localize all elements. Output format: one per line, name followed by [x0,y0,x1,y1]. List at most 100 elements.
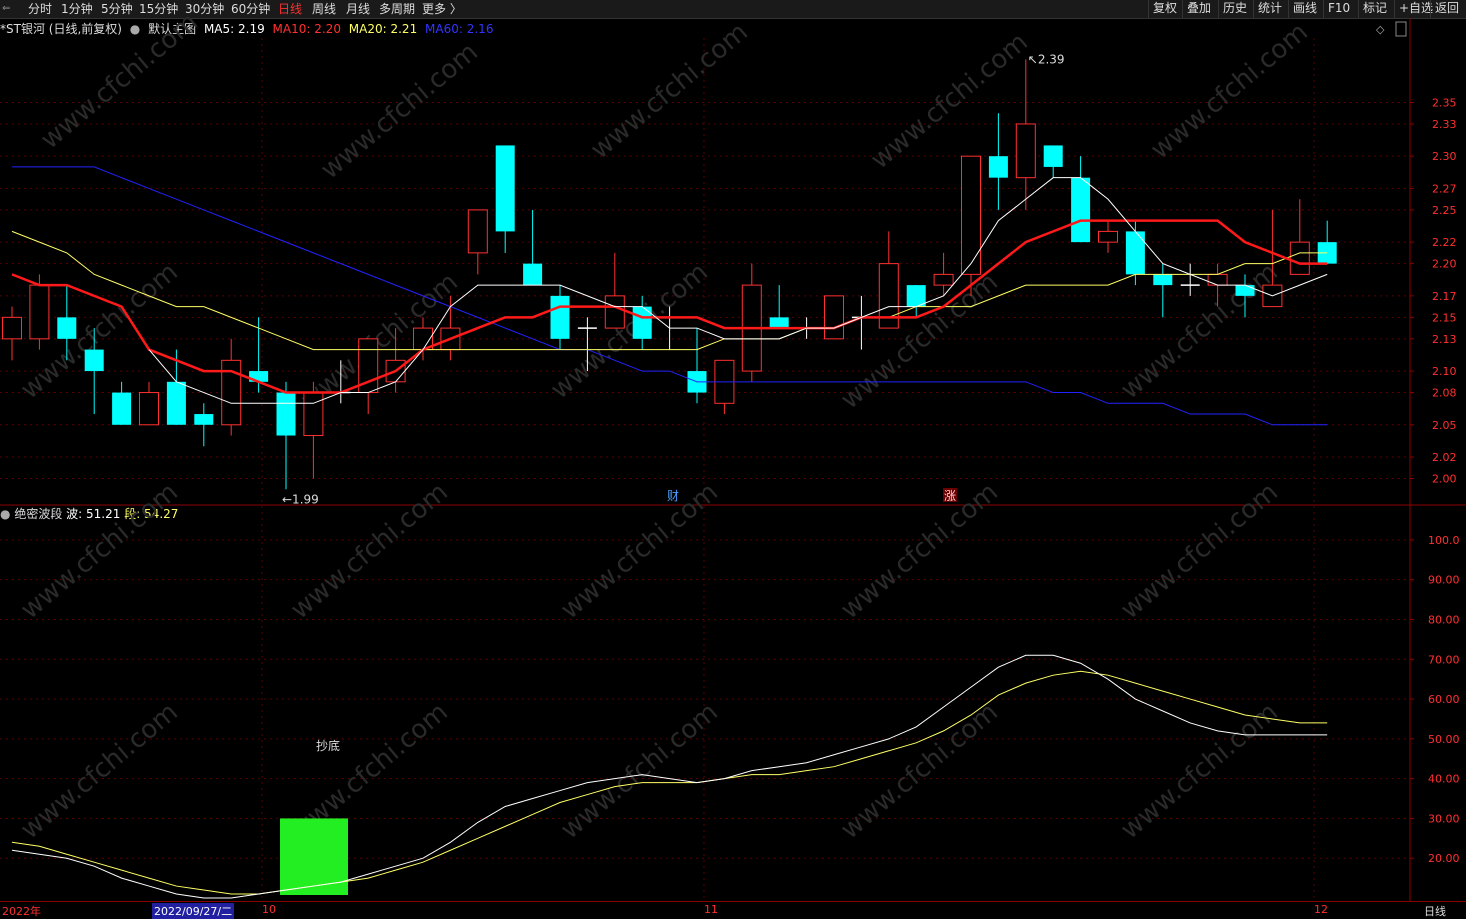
bo-line [11,654,1328,899]
indicator-title[interactable]: 绝密波段 [14,507,62,521]
candle-body-up [933,273,954,286]
candle-body-down [194,414,214,425]
watermark-text: www.cfchi.com [1115,477,1284,625]
diamond-icon: ◇ [1376,23,1385,36]
watermark-text: www.cfchi.com [1115,697,1284,845]
y-tick-label: 2.02 [1432,451,1457,464]
y-tick-label: 80.00 [1428,613,1460,626]
y-tick-label: 2.13 [1432,333,1457,346]
tab-weekly[interactable]: 周线 [312,1,336,17]
tab-30min[interactable]: 30分钟 [185,1,224,17]
stock-title: *ST银河 (日线,前复权) [0,22,122,36]
watermark-text: www.cfchi.com [285,697,454,845]
y-tick-label: 20.00 [1428,852,1460,865]
candle-body-up [604,295,625,329]
watermark-text: www.cfchi.com [545,257,714,405]
ma20-label: MA20: 2.21 [348,22,418,36]
mark-button[interactable]: 标记 [1358,0,1391,18]
tab-60min[interactable]: 60分钟 [231,1,270,17]
candle-body-down [550,295,570,339]
month-dec-label: 12 [1314,903,1328,916]
watermark-text: www.cfchi.com [15,477,184,625]
ma60-line [12,166,1328,426]
finance-marker: 财 [667,489,679,503]
watermark-text: www.cfchi.com [835,477,1004,625]
indicator-dropdown-icon[interactable]: ● [0,507,10,521]
draw-button[interactable]: 画线 [1288,0,1321,18]
history-button[interactable]: 历史 [1218,0,1251,18]
y-tick-label: 40.00 [1428,773,1460,786]
kline-chart[interactable]: www.cfchi.com www.cfchi.com www.cfchi.com w… [0,0,1466,917]
ma60-label: MA60: 2.16 [425,22,494,36]
watermark-text: www.cfchi.com [555,697,724,845]
candle-body-down [632,306,652,339]
ma5-line [148,177,1328,404]
y-tick-label: 2.22 [1432,236,1457,249]
main-indicator-bar: *ST银河 (日线,前复权) ● 默认主图 MA5: 2.19 MA10: 2.… [0,20,497,36]
watermark-text: www.cfchi.com [295,267,464,415]
y-tick-label: 2.00 [1432,473,1457,486]
ma10-line [11,219,1328,394]
tab-more[interactable]: 更多 〉 [422,1,462,17]
candle-body-up [961,155,981,275]
return-button[interactable]: 返回 [1430,0,1463,18]
candle-body-down [906,285,926,307]
y-tick-label: 2.15 [1432,311,1457,324]
overlay-button[interactable]: 叠加 [1182,0,1215,18]
panel-toggle-icon [1395,21,1407,37]
candle-body-up [1289,241,1310,275]
y-tick-label: 2.20 [1432,258,1457,271]
y-tick-label: 90.00 [1428,574,1460,587]
candle-body-up [1262,284,1283,308]
candle-body-up [358,338,379,394]
template-label[interactable]: 默认主图 [148,22,196,36]
f10-button[interactable]: F10 [1323,0,1354,18]
candle-body-up [2,316,22,340]
ma20-line [11,230,1328,351]
stats-button[interactable]: 统计 [1253,0,1286,18]
candle-body-up [824,295,844,340]
high-price-label: ↖2.39 [1028,52,1065,66]
candle-body-up [467,209,488,254]
date-axis: 2022年 2022/09/27/二 10 11 12 日线 [0,901,1466,919]
candle-body-up [139,392,159,426]
bo-value: 波: 51.21 [66,507,121,521]
month-oct-label: 10 [262,903,276,916]
y-tick-label: 60.00 [1428,693,1460,706]
zhang-marker: 涨 [944,488,956,503]
candle-body-down [495,145,515,232]
low-price-label: ←1.99 [282,492,319,506]
watermark-text: www.cfchi.com [315,37,484,185]
candle-body-up [303,392,324,437]
fuquan-button[interactable]: 复权 [1148,0,1181,18]
y-tick-label: 2.10 [1432,365,1457,378]
y-tick-label: 2.05 [1432,419,1457,432]
tab-15min[interactable]: 15分钟 [139,1,178,17]
candle-body-up [221,359,242,426]
candle-body-down [1125,231,1145,275]
candle-body-up [878,263,899,329]
tab-monthly[interactable]: 月线 [346,1,370,17]
candle-body-down [523,263,543,286]
watermark-text: www.cfchi.com [285,477,454,625]
back-arrow-icon[interactable]: ⇐ [2,1,10,17]
ma10-label: MA10: 2.20 [272,22,341,36]
watermark-text: www.cfchi.com [1115,257,1284,405]
ma5-label: MA5: 2.19 [203,22,265,36]
tab-multi-period[interactable]: 多周期 [379,1,415,17]
candle-body-up [1207,273,1228,286]
watermark-text: www.cfchi.com [15,257,184,405]
tab-daily[interactable]: 日线 [278,1,302,17]
tab-1min[interactable]: 1分钟 [61,1,93,17]
period-toolbar: ⇐ 分时 1分钟 5分钟 15分钟 30分钟 60分钟 日线 周线 月线 多周期… [0,0,1466,19]
y-tick-label: 2.30 [1432,150,1457,163]
candle-body-down [1043,145,1063,167]
y-tick-label: 50.00 [1428,733,1460,746]
candle-body-up [29,284,50,340]
tab-5min[interactable]: 5分钟 [101,1,133,17]
sub-indicator-bar: ● 绝密波段 波: 51.21 段: 54.27 [0,505,178,521]
candle-body-down [166,381,186,425]
template-dropdown-icon[interactable]: ● [130,22,140,36]
tab-fenshi[interactable]: 分时 [28,1,52,17]
watermark-text: www.cfchi.com [865,27,1034,175]
